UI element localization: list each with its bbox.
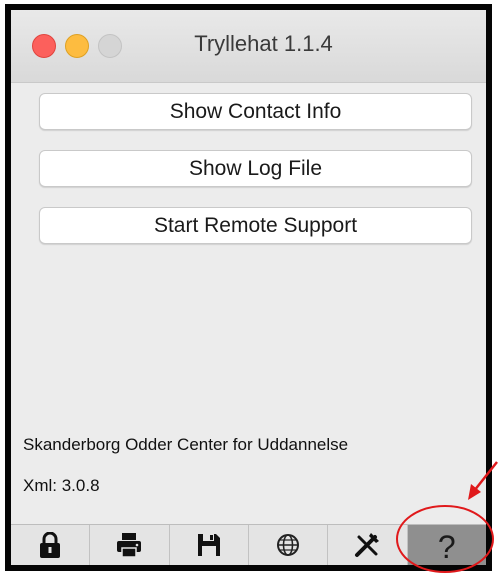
bottom-toolbar: ? [11,524,486,565]
tools-icon [355,533,380,557]
organization-label: Skanderborg Odder Center for Uddannelse [23,435,349,454]
help-icon: ? [437,529,456,565]
globe-icon [277,534,300,556]
print-button[interactable] [90,525,170,565]
title-bar: Tryllehat 1.1.4 [11,10,486,83]
lock-button[interactable] [11,525,91,565]
window-title: Tryllehat 1.1.4 [194,31,333,56]
show-log-file-button[interactable]: Show Log File [39,150,472,187]
help-button[interactable]: ? [407,525,486,565]
start-remote-support-button[interactable]: Start Remote Support [39,207,472,244]
xml-version-label: Xml: 3.0.8 [23,476,100,495]
app-window: Tryllehat 1.1.4 Show Contact Info Show L… [5,4,492,571]
printer-icon [117,533,142,558]
save-button[interactable] [170,525,249,565]
show-contact-info-button[interactable]: Show Contact Info [39,93,472,130]
tools-button[interactable] [328,525,408,565]
lock-icon [40,532,61,558]
globe-button[interactable] [249,525,329,565]
save-icon [197,534,220,556]
